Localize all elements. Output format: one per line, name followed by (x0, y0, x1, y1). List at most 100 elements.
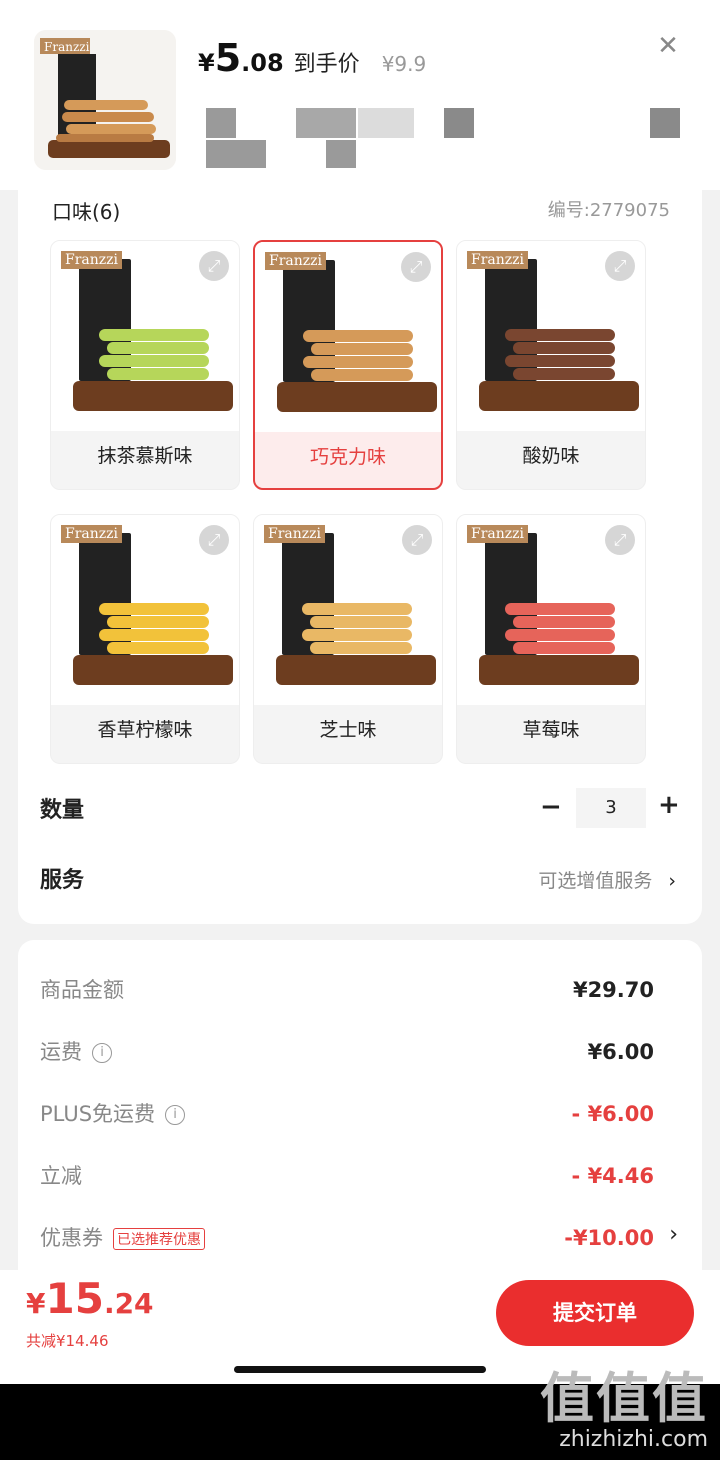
brand-logo: Franzzi (265, 252, 326, 270)
expand-icon[interactable]: ⤢ (605, 251, 635, 281)
biscuit-stick (99, 329, 209, 341)
watermark-logo: 值值值 (540, 1367, 708, 1430)
price-line: ¥ 5 .08 到手价 ¥9.9 (198, 36, 426, 80)
flavor-label: 芝士味 (319, 719, 377, 741)
coupon-label-wrap: 优惠券 已选推荐优惠 (40, 1222, 205, 1252)
flavor-option[interactable]: Franzzi ⤢ 草莓味 (456, 514, 646, 764)
coupon-label: 优惠券 (40, 1226, 103, 1250)
product-header: Franzzi ¥ 5 .08 到手价 ¥9.9 ✕ (0, 0, 720, 190)
biscuit-stick (513, 616, 615, 628)
biscuit-stick (513, 642, 615, 654)
expand-icon[interactable]: ⤢ (402, 525, 432, 555)
shipping-label: 运费 (40, 1040, 82, 1064)
brand-logo: Franzzi (467, 251, 528, 269)
quantity-label: 数量 (40, 798, 85, 823)
flavor-image: Franzzi ⤢ (254, 515, 442, 705)
expand-icon[interactable]: ⤢ (199, 525, 229, 555)
biscuit-stick (311, 369, 413, 381)
quantity-plus-button[interactable]: + (658, 790, 680, 820)
info-icon[interactable]: i (92, 1043, 112, 1063)
flavor-image: Franzzi ⤢ (457, 515, 645, 705)
biscuit-stick (513, 342, 615, 354)
total-integer: 15 (45, 1274, 104, 1323)
flavor-option[interactable]: Franzzi ⤢ 芝士味 (253, 514, 443, 764)
biscuit-stick (107, 642, 209, 654)
home-indicator[interactable] (234, 1366, 486, 1373)
flavor-option[interactable]: Franzzi ⤢ 巧克力味 (253, 240, 443, 490)
fee-panel: 商品金额 ¥29.70 运费 i ¥6.00 PLUS免运费 i - ¥6.00 立… (18, 940, 702, 1290)
biscuit-stick (302, 629, 412, 641)
price-decimal: .08 (241, 49, 284, 77)
biscuit-stick (107, 342, 209, 354)
submit-order-button[interactable]: 提交订单 (496, 1280, 694, 1346)
brand-logo: Franzzi (61, 251, 122, 269)
biscuit-stick (99, 629, 209, 641)
info-icon[interactable]: i (165, 1105, 186, 1125)
biscuit-stick (302, 603, 412, 615)
fee-row-goods: 商品金额 ¥29.70 (18, 974, 702, 1014)
biscuit-stick (99, 355, 209, 367)
biscuit-stick (303, 330, 413, 342)
flavor-title: 口味(6) (52, 200, 121, 224)
fee-row-shipping: 运费 i ¥6.00 (18, 1036, 702, 1076)
total-saved: 共减¥14.46 (26, 1332, 109, 1350)
discount-value: - ¥4.46 (571, 1164, 654, 1188)
brand-logo: Franzzi (467, 525, 528, 543)
brand-logo: Franzzi (264, 525, 325, 543)
biscuit-stick (513, 368, 615, 380)
quantity-input[interactable]: 3 (576, 788, 646, 828)
sku-sheet: Franzzi ¥ 5 .08 到手价 ¥9.9 ✕ 口味(6) 编号:2779… (0, 0, 720, 1384)
fee-row-coupon[interactable]: 优惠券 已选推荐优惠 -¥10.00 › (18, 1222, 702, 1262)
wood-board (277, 382, 437, 412)
goods-amount-value: ¥29.70 (572, 978, 654, 1002)
expand-icon[interactable]: ⤢ (401, 252, 431, 282)
brand-logo: Franzzi (61, 525, 122, 543)
biscuit-stick (505, 355, 615, 367)
flavor-image: Franzzi ⤢ (457, 241, 645, 431)
plus-value: - ¥6.00 (571, 1102, 654, 1126)
fee-row-plus: PLUS免运费 i - ¥6.00 (18, 1098, 702, 1138)
options-panel: 口味(6) 编号:2779075 Franzzi ⤢ 抹茶慕斯味 Franzzi ⤢ 巧克… (18, 190, 702, 924)
expand-icon[interactable]: ⤢ (199, 251, 229, 281)
service-selector[interactable]: 可选增值服务 › (538, 866, 676, 893)
price-symbol: ¥ (198, 49, 215, 77)
expand-icon[interactable]: ⤢ (605, 525, 635, 555)
biscuit-stick (107, 368, 209, 380)
watermark-url: zhizhizhi.com (559, 1427, 708, 1452)
thumbnail-brand: Franzzi (44, 40, 90, 54)
flavor-option[interactable]: Franzzi ⤢ 香草柠檬味 (50, 514, 240, 764)
wood-board (276, 655, 436, 685)
shipping-value: ¥6.00 (587, 1040, 654, 1064)
biscuit-stick (310, 616, 412, 628)
flavor-option[interactable]: Franzzi ⤢ 抹茶慕斯味 (50, 240, 240, 490)
product-code: 编号:2779075 (547, 200, 670, 221)
fee-row-discount: 立减 - ¥4.46 (18, 1160, 702, 1200)
chevron-right-icon[interactable]: › (669, 1222, 678, 1247)
wood-board (73, 381, 233, 411)
flavor-label: 草莓味 (522, 719, 580, 741)
flavor-label: 抹茶慕斯味 (97, 445, 193, 467)
biscuit-stick (310, 642, 412, 654)
biscuit-stick (303, 356, 413, 368)
chevron-right-icon: › (668, 870, 676, 892)
flavor-image: Franzzi ⤢ (51, 515, 239, 705)
plus-label: PLUS免运费 (40, 1102, 156, 1126)
close-icon[interactable]: ✕ (652, 30, 684, 62)
biscuit-stick (505, 329, 615, 341)
quantity-minus-button[interactable]: − (540, 792, 562, 822)
flavor-option[interactable]: Franzzi ⤢ 酸奶味 (456, 240, 646, 490)
total-symbol: ¥ (26, 1287, 46, 1320)
biscuit-stick (505, 629, 615, 641)
price-integer: 5 (214, 36, 242, 80)
wood-board (479, 381, 639, 411)
wood-board (479, 655, 639, 685)
coupon-tag: 已选推荐优惠 (113, 1228, 205, 1250)
flavor-label: 酸奶味 (522, 445, 580, 467)
original-price: ¥9.9 (381, 52, 427, 76)
flavor-image: Franzzi ⤢ (255, 242, 441, 432)
flavor-label: 香草柠檬味 (97, 719, 193, 741)
product-thumbnail-image: Franzzi (34, 30, 176, 170)
price-label: 到手价 (293, 52, 360, 77)
service-value: 可选增值服务 (538, 870, 653, 892)
flavor-image: Franzzi ⤢ (51, 241, 239, 431)
